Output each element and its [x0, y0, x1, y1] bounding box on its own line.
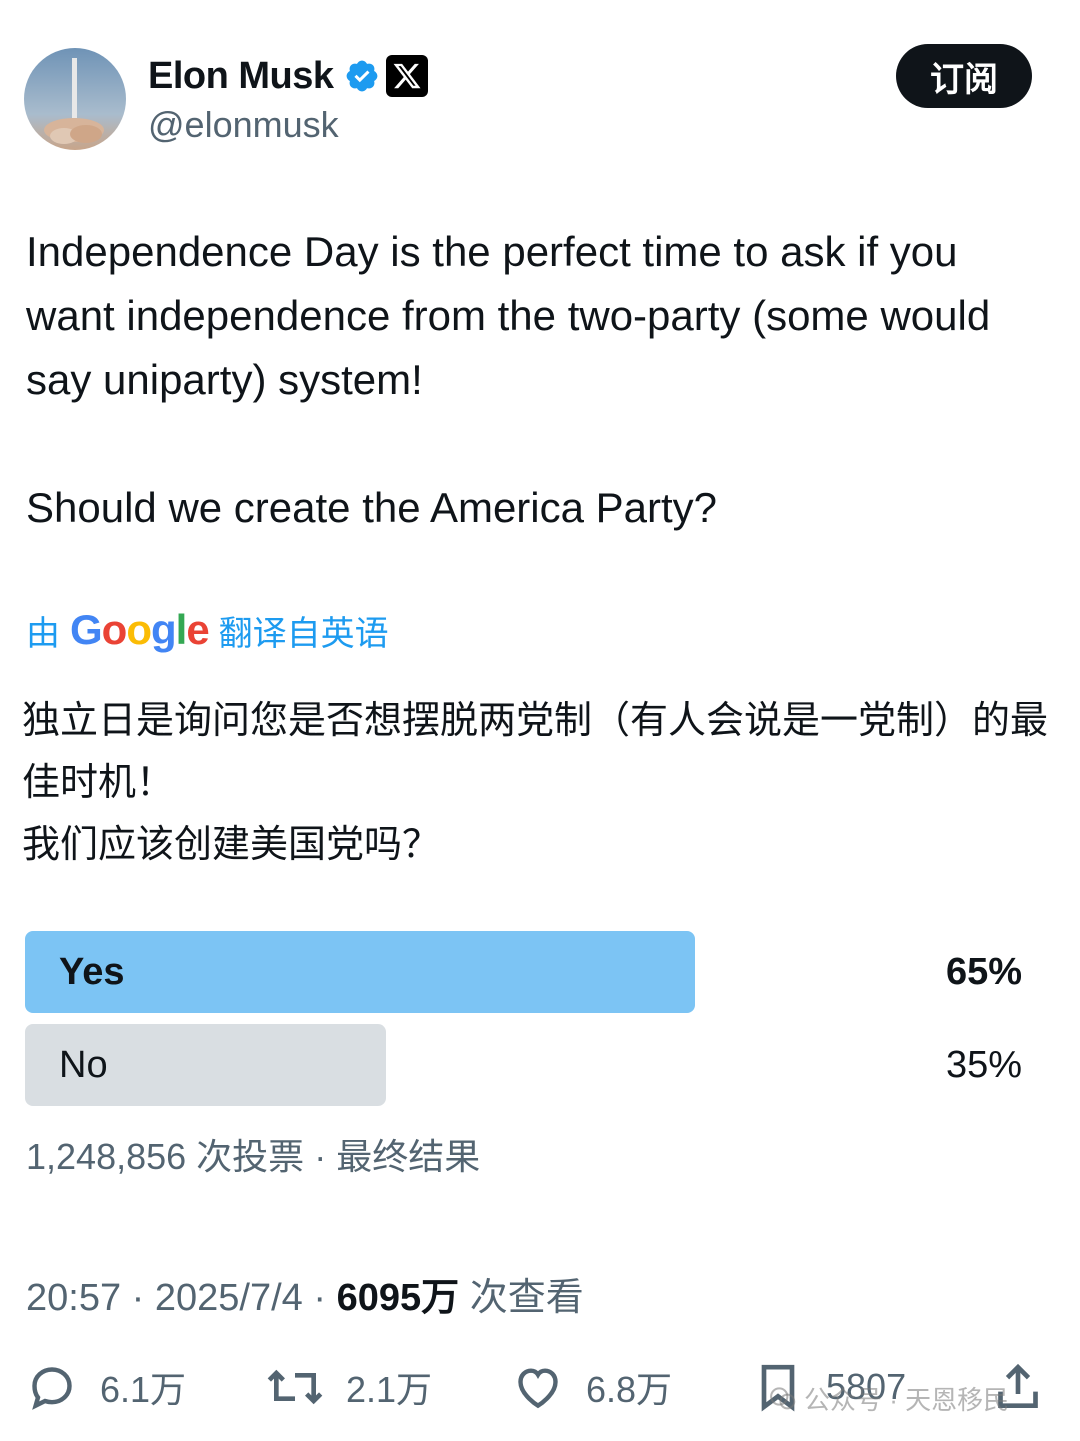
repost-icon	[267, 1369, 323, 1405]
tweet-paragraph: Independence Day is the perfect time to …	[26, 228, 991, 403]
poll-option-yes-bar	[25, 931, 695, 1013]
tweet-meta: 20:57 · 2025/7/4 · 6095万 次查看	[26, 1266, 584, 1321]
reply-count: 6.1万	[100, 1369, 187, 1410]
tweet-text: Independence Day is the perfect time to …	[26, 220, 1036, 540]
separator: ·	[314, 1136, 327, 1177]
separator: ·	[313, 1277, 327, 1319]
tweet-date[interactable]: 2025/7/4	[155, 1277, 303, 1319]
google-logo: Google	[70, 606, 210, 654]
author-name-row: Elon Musk	[148, 52, 428, 100]
like-count: 6.8万	[586, 1369, 673, 1410]
watermark: 公众号 · 天恩移民	[768, 1380, 1009, 1417]
author-handle[interactable]: @elonmusk	[148, 104, 339, 146]
x-logo-icon	[385, 55, 428, 97]
poll-status: 最终结果	[336, 1136, 481, 1177]
google-logo-letter: l	[175, 606, 188, 653]
like-button[interactable]: 6.8万	[510, 1352, 672, 1422]
google-logo-letter: e	[186, 606, 209, 653]
google-logo-letter: G	[70, 606, 103, 653]
poll-option-no-label: No	[59, 1043, 108, 1086]
translation-attribution[interactable]: 由 Google 翻译自英语	[26, 604, 389, 656]
translated-paragraph: 我们应该创建美国党吗？	[22, 824, 441, 866]
reply-button[interactable]: 6.1万	[24, 1352, 186, 1422]
translated-paragraph: 独立日是询问您是否想摆脱两党制（有人会说是一党制）的最佳时机！	[22, 700, 1049, 804]
subscribe-button[interactable]: 订阅	[896, 44, 1032, 108]
translate-prefix: 由	[26, 614, 60, 653]
poll-option-no-percent: 35%	[945, 1043, 1022, 1086]
tweet-time[interactable]: 20:57	[26, 1277, 121, 1319]
watermark-text: 公众号 · 天恩移民	[804, 1385, 1010, 1415]
poll-summary: 1,248,856 次投票 · 最终结果	[26, 1128, 480, 1180]
tweet-paragraph: Should we create the America Party?	[26, 484, 718, 531]
reply-icon	[32, 1367, 72, 1410]
repost-button[interactable]: 2.1万	[264, 1352, 432, 1422]
avatar[interactable]	[24, 48, 126, 150]
google-logo-letter: o	[101, 606, 128, 653]
poll-option-yes-percent: 65%	[945, 950, 1022, 993]
repost-count: 2.1万	[346, 1369, 433, 1410]
separator: ·	[131, 1277, 145, 1319]
heart-icon	[518, 1368, 558, 1409]
translate-suffix: 翻译自英语	[218, 614, 389, 653]
display-name[interactable]: Elon Musk	[148, 55, 334, 98]
translated-text: 独立日是询问您是否想摆脱两党制（有人会说是一党制）的最佳时机！ 我们应该创建美国…	[22, 690, 1052, 876]
view-count: 6095万	[336, 1277, 460, 1319]
view-count-suffix: 次查看	[469, 1277, 584, 1319]
verified-badge-icon	[344, 58, 380, 94]
google-logo-letter: o	[126, 606, 152, 653]
poll-vote-count: 1,248,856 次投票	[26, 1136, 305, 1177]
google-logo-letter: g	[150, 606, 177, 653]
wechat-icon	[770, 1386, 796, 1409]
poll-option-yes-label: Yes	[59, 950, 125, 993]
